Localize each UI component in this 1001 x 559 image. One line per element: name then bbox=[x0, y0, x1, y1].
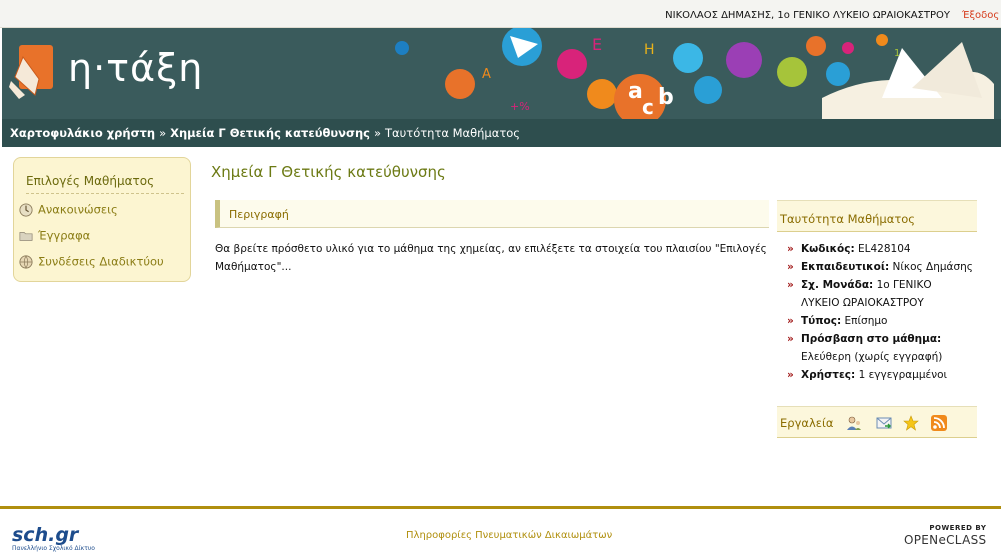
banner-illustration: a c b A E H 1 +% bbox=[395, 28, 994, 119]
breadcrumb: Χαρτοφυλάκιο χρήστη » Χημεία Γ Θετικής κατ… bbox=[2, 119, 1001, 147]
info-value: Νίκος Δημάσης bbox=[892, 261, 973, 273]
info-label: Εκπαιδευτικοί: bbox=[801, 261, 890, 273]
info-row-teachers: » Εκπαιδευτικοί: Νίκος Δημάσης bbox=[787, 258, 977, 276]
course-identity-title: Ταυτότητα Μαθήματος bbox=[780, 212, 916, 226]
bullet-arrow-icon: » bbox=[787, 243, 794, 255]
copyright-link[interactable]: Πληροφορίες Πνευματικών Δικαιωμάτων bbox=[406, 530, 612, 541]
description-line: Θα βρείτε πρόσθετο υλικό για το μάθημα τ… bbox=[215, 243, 767, 255]
breadcrumb-portfolio[interactable]: Χαρτοφυλάκιο χρήστη bbox=[10, 126, 155, 140]
sidebar-item-label: Ανακοινώσεις bbox=[38, 202, 118, 217]
sidebar-item-links[interactable]: Συνδέσεις Διαδικτύου bbox=[18, 254, 164, 272]
openeclass-label: OPENeCLASS bbox=[904, 533, 987, 547]
info-row-code: » Κωδικός: EL428104 bbox=[787, 240, 977, 258]
description-section-label: Περιγραφή bbox=[229, 208, 289, 221]
info-label: Κωδικός: bbox=[801, 243, 855, 255]
svg-text:b: b bbox=[658, 85, 674, 110]
info-value: Επίσημο bbox=[844, 315, 888, 327]
banner: η·τάξη a c b A E H 1 +% bbox=[2, 28, 1001, 119]
sidebar-item-documents[interactable]: Έγγραφα bbox=[18, 228, 90, 246]
course-description: Θα βρείτε πρόσθετο υλικό για το μάθημα τ… bbox=[215, 240, 770, 276]
info-label: Πρόσβαση στο μάθημα: bbox=[801, 333, 942, 345]
tools-label: Εργαλεία bbox=[780, 416, 834, 430]
footer: sch.gr Πανελλήνιο Σχολικό Δίκτυο Πληροφο… bbox=[0, 506, 1001, 559]
svg-text:c: c bbox=[642, 95, 654, 119]
star-icon[interactable] bbox=[903, 415, 919, 431]
bullet-arrow-icon: » bbox=[787, 261, 794, 273]
sidebar-item-label: Συνδέσεις Διαδικτύου bbox=[38, 254, 164, 269]
users-icon[interactable] bbox=[846, 415, 862, 431]
bullet-arrow-icon: » bbox=[787, 369, 794, 381]
course-identity-list: » Κωδικός: EL428104 » Εκπαιδευτικοί: Νίκ… bbox=[787, 240, 977, 384]
course-identity-header: Ταυτότητα Μαθήματος bbox=[777, 200, 977, 232]
tools-bar: Εργαλεία bbox=[777, 406, 977, 438]
openeclass-logo[interactable]: POWERED BY OPENeCLASS bbox=[904, 524, 986, 547]
breadcrumb-separator: » bbox=[373, 126, 382, 140]
eclass-logo-icon[interactable] bbox=[9, 45, 59, 101]
svg-text:A: A bbox=[482, 67, 491, 82]
bullet-arrow-icon: » bbox=[787, 279, 794, 291]
logo-text[interactable]: η·τάξη bbox=[68, 46, 203, 90]
svg-text:1: 1 bbox=[894, 48, 900, 59]
info-value: 1 εγγεγραμμένοι bbox=[858, 369, 948, 381]
breadcrumb-current: Ταυτότητα Μαθήματος bbox=[385, 126, 521, 140]
info-value-continued: ΛΥΚΕΙΟ ΩΡΑΙΟΚΑΣΤΡΟΥ bbox=[801, 297, 924, 309]
info-row-school: » Σχ. Μονάδα: 1ο ΓΕΝΙΚΟ ΛΥΚΕΙΟ ΩΡΑΙΟΚΑΣΤ… bbox=[787, 276, 977, 312]
clock-icon bbox=[19, 202, 33, 217]
folder-icon bbox=[19, 231, 33, 241]
user-bar: ΝΙΚΟΛΑΟΣ ΔΗΜΑΣΗΣ, 1ο ΓΕΝΙΚΟ ΛΥΚΕΙΟ ΩΡΑΙΟ… bbox=[0, 0, 1001, 28]
powered-by-label: POWERED BY bbox=[929, 524, 987, 532]
info-row-access: » Πρόσβαση στο μάθημα: Ελεύθερη (χωρίς ε… bbox=[787, 330, 977, 366]
svg-text:E: E bbox=[592, 35, 602, 54]
svg-text:+%: +% bbox=[510, 100, 530, 113]
sidebar-item-announcements[interactable]: Ανακοινώσεις bbox=[18, 202, 118, 220]
info-value: EL428104 bbox=[858, 243, 911, 255]
bullet-arrow-icon: » bbox=[787, 315, 794, 327]
info-row-type: » Τύπος: Επίσημο bbox=[787, 312, 977, 330]
svg-text:H: H bbox=[644, 42, 655, 58]
course-options-title: Επιλογές Μαθήματος bbox=[26, 174, 184, 194]
info-value-continued: Ελεύθερη (χωρίς εγγραφή) bbox=[801, 351, 943, 363]
description-section-header: Περιγραφή bbox=[215, 200, 769, 228]
rss-icon[interactable] bbox=[931, 415, 947, 431]
sch-logo[interactable]: sch.gr Πανελλήνιο Σχολικό Δίκτυο bbox=[12, 524, 95, 552]
svg-text:a: a bbox=[628, 79, 643, 104]
bullet-arrow-icon: » bbox=[787, 333, 794, 345]
course-title: Χημεία Γ Θετικής κατεύθυνσης bbox=[211, 163, 446, 181]
logout-link[interactable]: Έξοδος bbox=[962, 10, 999, 21]
mail-icon[interactable] bbox=[876, 415, 892, 431]
breadcrumb-course[interactable]: Χημεία Γ Θετικής κατεύθυνσης bbox=[170, 126, 370, 140]
description-line: Μαθήματος"... bbox=[215, 261, 292, 273]
info-value: 1ο ΓΕΝΙΚΟ bbox=[876, 279, 932, 291]
globe-icon bbox=[19, 254, 33, 269]
sch-logo-text: sch.gr bbox=[12, 524, 79, 546]
course-options-panel: Επιλογές Μαθήματος Ανακοινώσεις Έγγραφα … bbox=[13, 157, 191, 282]
info-label: Τύπος: bbox=[801, 315, 842, 327]
breadcrumb-separator: » bbox=[159, 126, 167, 140]
info-row-users: » Χρήστες: 1 εγγεγραμμένοι bbox=[787, 366, 977, 384]
info-label: Χρήστες: bbox=[801, 369, 856, 381]
sidebar-item-label: Έγγραφα bbox=[38, 228, 91, 243]
user-name: ΝΙΚΟΛΑΟΣ ΔΗΜΑΣΗΣ, 1ο ΓΕΝΙΚΟ ΛΥΚΕΙΟ ΩΡΑΙΟ… bbox=[665, 10, 950, 21]
sch-logo-subtitle: Πανελλήνιο Σχολικό Δίκτυο bbox=[12, 545, 95, 552]
info-label: Σχ. Μονάδα: bbox=[801, 279, 874, 291]
